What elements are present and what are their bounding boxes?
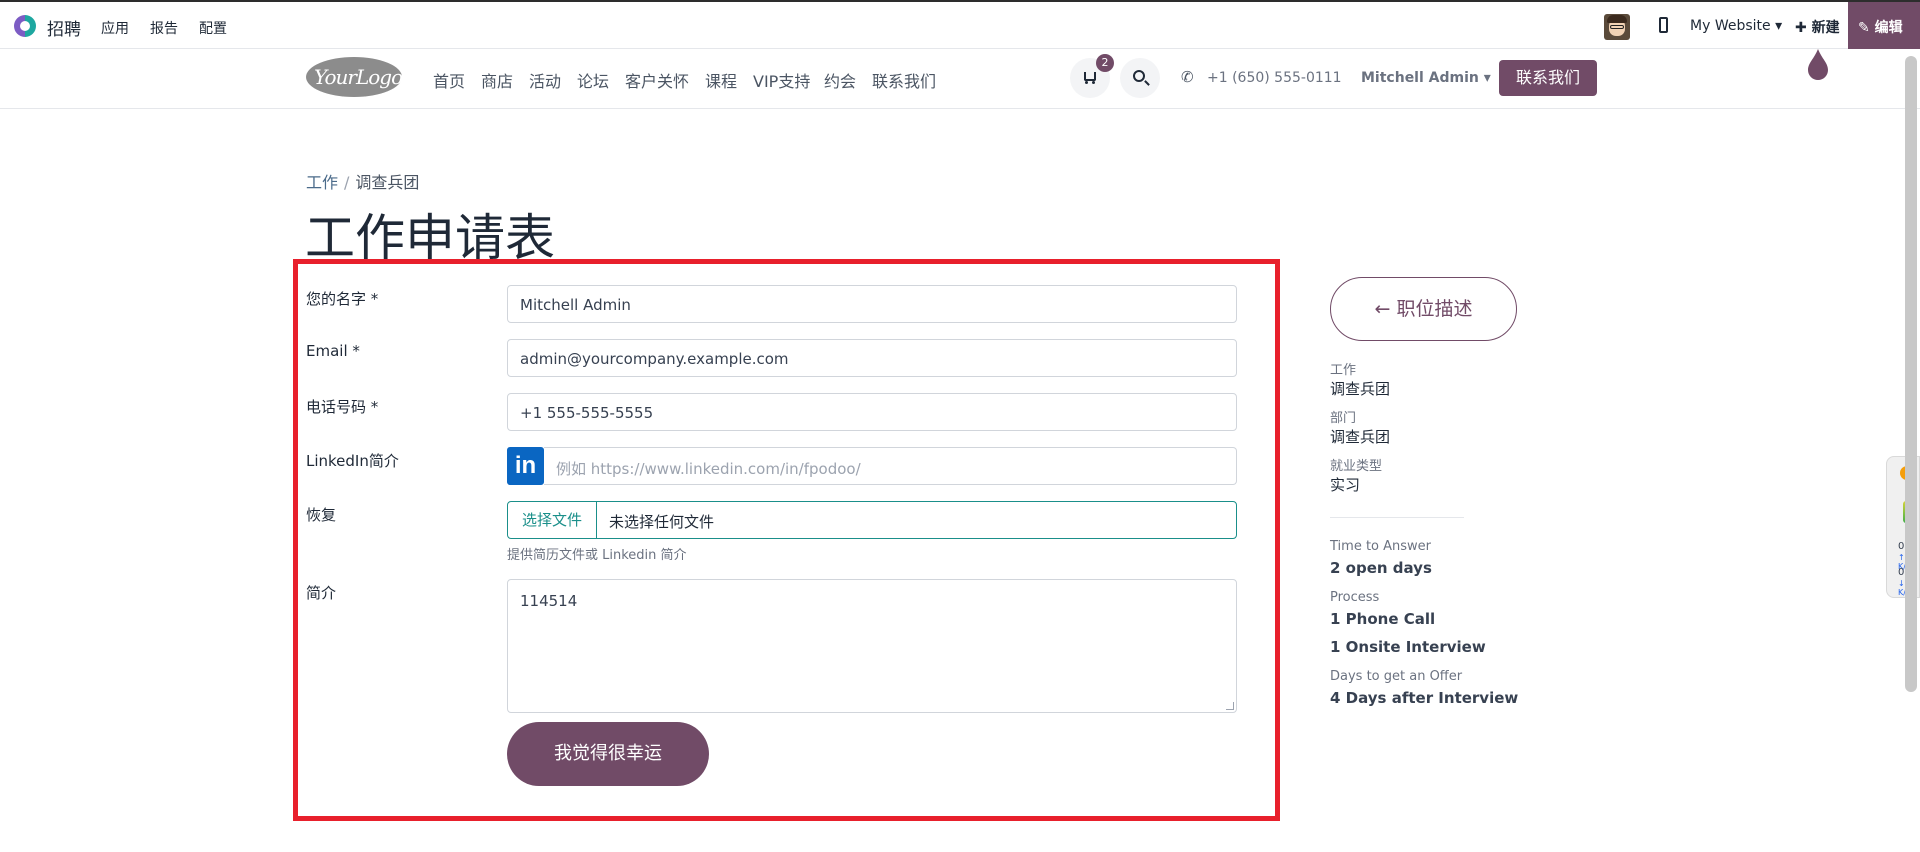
- odoo-app-icon[interactable]: [14, 15, 36, 37]
- search-button[interactable]: [1120, 58, 1160, 98]
- nav-contact[interactable]: 联系我们: [872, 68, 936, 92]
- menu-apps[interactable]: 应用: [101, 18, 129, 38]
- linkedin-icon: in: [507, 447, 544, 485]
- process-step: 1 Onsite Interview: [1330, 638, 1486, 656]
- nav-forum[interactable]: 论坛: [577, 68, 609, 92]
- submit-button[interactable]: 我觉得很幸运: [507, 722, 709, 786]
- panel-divider: [1330, 517, 1464, 518]
- new-button[interactable]: ✚ 新建: [1795, 17, 1840, 37]
- website-header: YourLogo 首页 商店 活动 论坛 客户关怀 课程 VIP支持 约会 联系…: [0, 49, 1920, 109]
- intro-label: 简介: [306, 584, 337, 602]
- mobile-preview-icon[interactable]: [1659, 17, 1668, 33]
- file-status: 未选择任何文件: [609, 513, 715, 531]
- resume-label: 恢复: [306, 506, 337, 524]
- choose-file-button[interactable]: 选择文件: [508, 502, 597, 538]
- menu-config[interactable]: 配置: [199, 18, 227, 38]
- nav-home[interactable]: 首页: [433, 68, 465, 92]
- phone-number[interactable]: +1 (650) 555-0111: [1207, 70, 1342, 86]
- time-to-answer-value: 2 open days: [1330, 559, 1432, 577]
- breadcrumb: 工作 / 调查兵团: [306, 169, 419, 193]
- search-icon: [1133, 70, 1145, 82]
- nav-courses[interactable]: 课程: [705, 68, 737, 92]
- user-menu[interactable]: Mitchell Admin ▾: [1361, 70, 1491, 86]
- resume-hint: 提供简历文件或 Linkedin 简介: [507, 548, 687, 563]
- job-description-button[interactable]: ← 职位描述: [1330, 277, 1517, 341]
- site-logo[interactable]: YourLogo: [306, 57, 403, 97]
- odoo-top-bar: 招聘 应用 报告 配置 My Website ▾ ✚ 新建 ✎ 编辑: [0, 0, 1920, 49]
- process-step: 1 Phone Call: [1330, 610, 1436, 628]
- linkedin-input[interactable]: 例如 https://www.linkedin.com/in/fpodoo/: [544, 447, 1237, 485]
- nav-events[interactable]: 活动: [529, 68, 561, 92]
- job-value: 调查兵团: [1330, 380, 1391, 398]
- offer-days-value: 4 Days after Interview: [1330, 689, 1519, 707]
- cart-icon: [1084, 72, 1096, 84]
- app-name[interactable]: 招聘: [47, 15, 81, 40]
- nav-vip-support[interactable]: VIP支持: [753, 68, 810, 92]
- time-to-answer-label: Time to Answer: [1330, 539, 1432, 554]
- breadcrumb-current: 调查兵团: [355, 173, 420, 192]
- offer-days-label: Days to get an Offer: [1330, 669, 1463, 684]
- linkedin-label: LinkedIn简介: [306, 452, 399, 470]
- name-input[interactable]: Mitchell Admin: [507, 285, 1237, 323]
- edit-button[interactable]: ✎ 编辑: [1848, 2, 1920, 49]
- nav-shop[interactable]: 商店: [481, 68, 513, 92]
- employment-type-label: 就业类型: [1330, 459, 1383, 474]
- nav-appointments[interactable]: 约会: [824, 68, 856, 92]
- department-label: 部门: [1330, 411, 1357, 426]
- menu-reports[interactable]: 报告: [150, 18, 178, 38]
- page-scrollbar[interactable]: [1905, 56, 1917, 692]
- resume-file-input[interactable]: 选择文件 未选择任何文件: [507, 501, 1237, 539]
- resize-handle[interactable]: [1226, 702, 1234, 710]
- droplet-icon: [1808, 49, 1828, 80]
- website-selector[interactable]: My Website ▾: [1690, 18, 1782, 34]
- nav-customer-care[interactable]: 客户关怀: [625, 68, 689, 92]
- employment-type-value: 实习: [1330, 476, 1361, 494]
- breadcrumb-jobs[interactable]: 工作: [306, 173, 338, 192]
- breadcrumb-separator: /: [344, 173, 350, 192]
- phone-icon: ✆: [1181, 68, 1194, 86]
- intro-textarea[interactable]: 114514: [507, 579, 1237, 713]
- intro-text: 114514: [520, 592, 578, 610]
- department-value: 调查兵团: [1330, 428, 1391, 446]
- name-label: 您的名字 *: [306, 290, 379, 308]
- user-avatar[interactable]: [1604, 14, 1630, 40]
- process-label: Process: [1330, 590, 1380, 605]
- cart-count-badge: 2: [1096, 54, 1114, 72]
- phone-input[interactable]: +1 555-555-5555: [507, 393, 1237, 431]
- phone-label: 电话号码 *: [306, 398, 379, 416]
- contact-us-button[interactable]: 联系我们: [1499, 60, 1597, 96]
- job-label: 工作: [1330, 363, 1357, 378]
- email-input[interactable]: admin@yourcompany.example.com: [507, 339, 1237, 377]
- email-label: Email *: [306, 342, 360, 360]
- cart-button[interactable]: 2: [1070, 54, 1114, 98]
